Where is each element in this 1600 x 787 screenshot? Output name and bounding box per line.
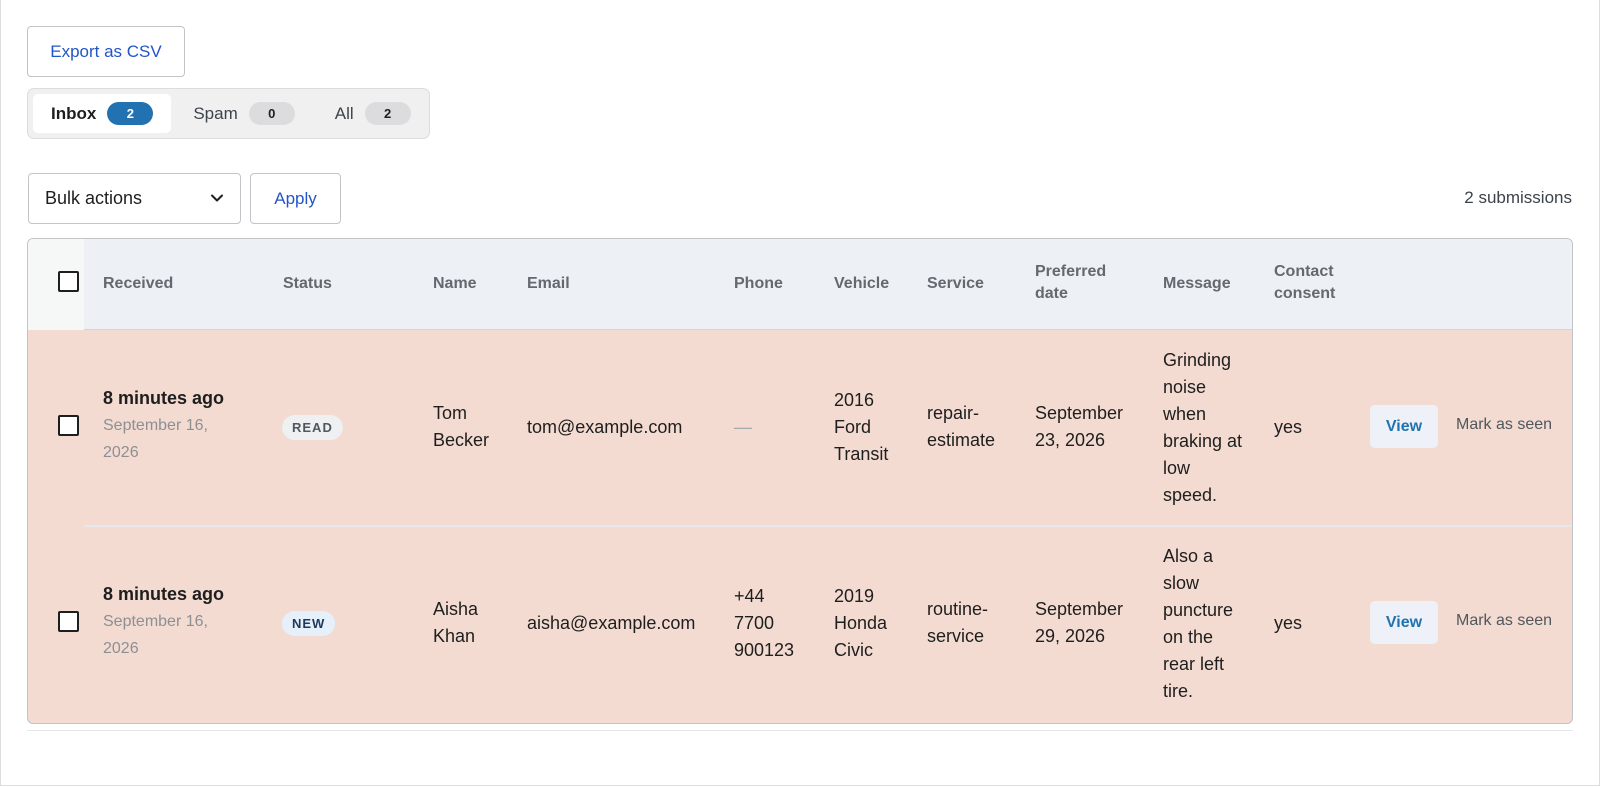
message: Also a slow puncture on the rear left ti… xyxy=(1163,546,1234,701)
header-service[interactable]: Service xyxy=(927,273,984,295)
tab-count-badge: 2 xyxy=(107,102,154,125)
table-row: 8 minutes ago September 16, 2026 NEW Ais… xyxy=(28,527,1572,723)
submission-filter-tabs: Inbox 2 Spam 0 All 2 xyxy=(27,88,430,139)
export-csv-button[interactable]: Export as CSV xyxy=(27,26,185,77)
mark-as-seen-button[interactable]: Mark as seen xyxy=(1456,612,1552,630)
header-name[interactable]: Name xyxy=(433,273,477,295)
received-relative: 8 minutes ago xyxy=(103,388,225,408)
header-message[interactable]: Message xyxy=(1163,273,1231,295)
header-received[interactable]: Received xyxy=(103,273,173,295)
message: Grinding noise when braking at low speed… xyxy=(1163,350,1243,505)
tab-label: All xyxy=(334,103,354,123)
received-date: September 16, 2026 xyxy=(103,613,208,657)
contact-consent: yes xyxy=(1274,417,1303,437)
apply-button[interactable]: Apply xyxy=(250,173,341,224)
tab-label: Inbox xyxy=(51,103,97,123)
tab-label: Spam xyxy=(193,103,238,123)
table-row: 8 minutes ago September 16, 2026 READ To… xyxy=(28,330,1572,525)
mark-as-seen-button[interactable]: Mark as seen xyxy=(1456,416,1552,434)
tab-count-badge: 0 xyxy=(248,102,295,125)
service: repair-estimate xyxy=(927,403,996,450)
header-status[interactable]: Status xyxy=(283,273,332,295)
header-vehicle[interactable]: Vehicle xyxy=(834,273,889,295)
row-checkbox[interactable] xyxy=(58,415,79,436)
table-bottom-divider xyxy=(27,730,1573,731)
submitter-email: tom@example.com xyxy=(527,417,683,437)
service: routine-service xyxy=(927,599,989,646)
vehicle: 2019 Honda Civic xyxy=(834,586,888,660)
chevron-down-icon xyxy=(211,194,223,202)
vehicle: 2016 Ford Transit xyxy=(834,390,889,464)
header-preferred-date[interactable]: Preferred date xyxy=(1035,261,1125,305)
contact-consent: yes xyxy=(1274,613,1303,633)
select-all-checkbox[interactable] xyxy=(58,271,79,292)
bulk-actions-value: Bulk actions xyxy=(45,188,143,208)
tab-inbox[interactable]: Inbox 2 xyxy=(33,94,172,133)
row-checkbox[interactable] xyxy=(58,611,79,632)
preferred-date: September 23, 2026 xyxy=(1035,403,1124,450)
header-phone[interactable]: Phone xyxy=(734,273,783,295)
status-badge: NEW xyxy=(282,611,336,636)
received-relative: 8 minutes ago xyxy=(103,584,225,604)
table-header: Received Status Name Email Phone Vehicle… xyxy=(28,239,1572,330)
header-email[interactable]: Email xyxy=(527,273,570,295)
submitter-phone: — xyxy=(734,417,752,437)
view-button[interactable]: View xyxy=(1370,601,1438,644)
submitter-name: Tom Becker xyxy=(433,403,490,450)
tab-count-badge: 2 xyxy=(364,102,411,125)
tab-all[interactable]: All 2 xyxy=(317,94,429,133)
submitter-email: aisha@example.com xyxy=(527,613,696,633)
bulk-actions-select[interactable]: Bulk actions xyxy=(28,173,241,224)
status-badge: READ xyxy=(282,415,343,440)
submitter-name: Aisha Khan xyxy=(433,599,479,646)
received-date: September 16, 2026 xyxy=(103,417,208,461)
view-button[interactable]: View xyxy=(1370,405,1438,448)
tab-spam[interactable]: Spam 0 xyxy=(175,94,312,133)
preferred-date: September 29, 2026 xyxy=(1035,599,1124,646)
header-contact-consent[interactable]: Contact consent xyxy=(1274,261,1354,305)
submissions-count: 2 submissions xyxy=(1464,188,1572,207)
submitter-phone: +44 7700 900123 xyxy=(734,586,795,660)
submissions-table: Received Status Name Email Phone Vehicle… xyxy=(27,238,1573,724)
